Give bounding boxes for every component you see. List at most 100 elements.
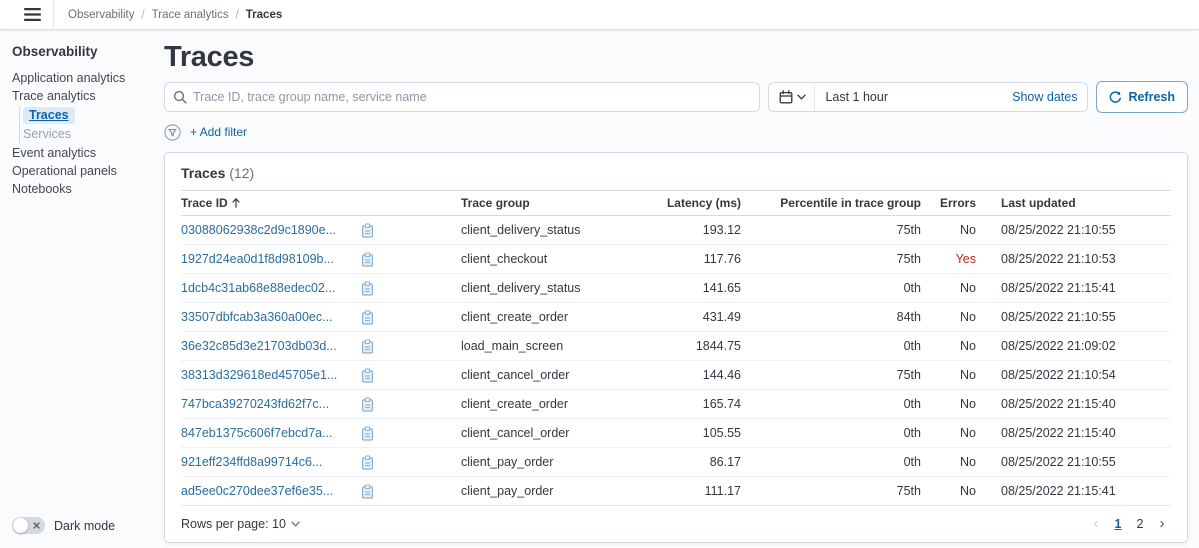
column-header-latency[interactable]: Latency (ms): [661, 196, 741, 210]
column-header-trace-group[interactable]: Trace group: [461, 196, 661, 210]
sidebar-nested-group: Traces Services: [19, 106, 148, 143]
search-icon: [173, 90, 187, 104]
filter-icon[interactable]: [164, 124, 181, 141]
latency-cell: 111.17: [661, 484, 741, 498]
pagination-page-1[interactable]: 1: [1109, 517, 1127, 531]
column-header-last-updated[interactable]: Last updated: [976, 196, 1171, 210]
last-updated-cell: 08/25/2022 21:15:40: [976, 426, 1171, 440]
last-updated-cell: 08/25/2022 21:15:40: [976, 397, 1171, 411]
errors-cell: No: [921, 484, 976, 498]
copy-icon[interactable]: [361, 223, 374, 238]
trace-group-cell: client_create_order: [461, 397, 661, 411]
breadcrumb-trace-analytics[interactable]: Trace analytics: [152, 9, 229, 21]
copy-icon[interactable]: [361, 455, 374, 470]
copy-icon[interactable]: [361, 310, 374, 325]
sidebar-nav: Application analytics Trace analytics Tr…: [12, 69, 148, 198]
date-picker: Last 1 hour Show dates: [768, 82, 1088, 112]
last-updated-cell: 08/25/2022 21:10:55: [976, 223, 1171, 237]
date-range-value[interactable]: Last 1 hour: [815, 90, 1012, 104]
errors-cell: No: [921, 455, 976, 469]
hamburger-icon: [24, 8, 41, 21]
sort-ascending-icon: [232, 198, 240, 208]
last-updated-cell: 08/25/2022 21:10:54: [976, 368, 1171, 382]
latency-cell: 144.46: [661, 368, 741, 382]
copy-icon[interactable]: [361, 368, 374, 383]
percentile-cell: 0th: [741, 281, 921, 295]
percentile-cell: 0th: [741, 397, 921, 411]
traces-panel: Traces (12) Trace ID Trace group Latency…: [164, 152, 1188, 543]
trace-id-link[interactable]: ad5ee0c270dee37ef6e35...: [181, 484, 333, 498]
breadcrumb: Observability / Trace analytics / Traces: [68, 9, 282, 21]
panel-title-text: Traces: [181, 165, 225, 181]
refresh-button[interactable]: Refresh: [1096, 81, 1188, 113]
trace-group-cell: client_pay_order: [461, 455, 661, 469]
trace-group-cell: client_delivery_status: [461, 223, 661, 237]
table-row: 921eff234ffd8a99714c6... client_pay_order…: [181, 448, 1171, 477]
trace-id-link[interactable]: 1927d24ea0d1f8d98109b...: [181, 252, 334, 266]
breadcrumb-separator: /: [236, 9, 239, 21]
calendar-icon: [779, 90, 793, 104]
trace-id-link[interactable]: 847eb1375c606f7ebcd7a...: [181, 426, 333, 440]
copy-icon[interactable]: [361, 426, 374, 441]
percentile-cell: 75th: [741, 252, 921, 266]
errors-cell: No: [921, 223, 976, 237]
trace-id-link[interactable]: 921eff234ffd8a99714c6...: [181, 455, 322, 469]
sidebar-item-traces[interactable]: Traces: [23, 106, 148, 125]
trace-group-cell: client_create_order: [461, 310, 661, 324]
percentile-cell: 75th: [741, 484, 921, 498]
sidebar-item-trace-analytics[interactable]: Trace analytics: [12, 87, 148, 105]
table-row: 33507dbfcab3a360a00ec... client_create_or…: [181, 303, 1171, 332]
errors-cell: No: [921, 426, 976, 440]
trace-id-link[interactable]: 38313d329618ed45705e1...: [181, 368, 337, 382]
sidebar-item-services[interactable]: Services: [23, 125, 148, 143]
latency-cell: 193.12: [661, 223, 741, 237]
chevron-down-icon: [291, 521, 300, 527]
sidebar-item-application-analytics[interactable]: Application analytics: [12, 69, 148, 87]
rows-per-page-button[interactable]: Rows per page: 10: [181, 517, 300, 531]
column-header-trace-id[interactable]: Trace ID: [181, 196, 240, 210]
filter-row: + Add filter: [164, 122, 1188, 142]
table-row: 36e32c85d3e21703db03d...load_main_screen…: [181, 332, 1171, 361]
hamburger-menu-button[interactable]: [0, 0, 53, 29]
controls-row: Last 1 hour Show dates Refresh: [164, 81, 1188, 113]
latency-cell: 105.55: [661, 426, 741, 440]
breadcrumb-observability[interactable]: Observability: [68, 9, 134, 21]
pagination-next-icon[interactable]: ›: [1153, 515, 1171, 533]
latency-cell: 165.74: [661, 397, 741, 411]
table-row: 1dcb4c31ab68e88edec02...client_delivery_…: [181, 274, 1171, 303]
trace-id-link[interactable]: 1dcb4c31ab68e88edec02...: [181, 281, 335, 295]
dark-mode-toggle[interactable]: [12, 517, 45, 534]
trace-id-link[interactable]: 03088062938c2d9c1890e...: [181, 223, 336, 237]
date-quick-select-button[interactable]: [769, 83, 815, 111]
last-updated-cell: 08/25/2022 21:10:55: [976, 455, 1171, 469]
page-title: Traces: [164, 40, 1188, 74]
table-row: ad5ee0c270dee37ef6e35...client_pay_order…: [181, 477, 1171, 506]
copy-icon[interactable]: [361, 397, 374, 412]
table-row: 1927d24ea0d1f8d98109b...client_checkout1…: [181, 245, 1171, 274]
column-header-percentile[interactable]: Percentile in trace group: [741, 196, 921, 210]
errors-cell: No: [921, 368, 976, 382]
copy-icon[interactable]: [361, 281, 374, 296]
copy-icon[interactable]: [361, 252, 374, 267]
latency-cell: 431.49: [661, 310, 741, 324]
copy-icon[interactable]: [361, 339, 374, 354]
sidebar-item-event-analytics[interactable]: Event analytics: [12, 144, 148, 162]
trace-group-cell: client_checkout: [461, 252, 661, 266]
copy-icon[interactable]: [361, 484, 374, 499]
trace-id-link[interactable]: 747bca39270243fd62f7c...: [181, 397, 329, 411]
table-row: 03088062938c2d9c1890e... client_delivery_…: [181, 216, 1171, 245]
show-dates-link[interactable]: Show dates: [1012, 90, 1087, 104]
sidebar-item-operational-panels[interactable]: Operational panels: [12, 162, 148, 180]
toggle-knob: [13, 518, 28, 533]
sidebar-item-notebooks[interactable]: Notebooks: [12, 180, 148, 198]
add-filter-link[interactable]: + Add filter: [190, 125, 247, 139]
last-updated-cell: 08/25/2022 21:10:55: [976, 310, 1171, 324]
sidebar: Observability Application analytics Trac…: [0, 30, 148, 548]
latency-cell: 1844.75: [661, 339, 741, 353]
search-input[interactable]: [193, 90, 751, 104]
pagination-page-2[interactable]: 2: [1131, 517, 1149, 531]
table-row: 847eb1375c606f7ebcd7a...client_cancel_or…: [181, 419, 1171, 448]
column-header-errors[interactable]: Errors: [921, 196, 976, 210]
trace-id-link[interactable]: 36e32c85d3e21703db03d...: [181, 339, 337, 353]
trace-id-link[interactable]: 33507dbfcab3a360a00ec...: [181, 310, 333, 324]
